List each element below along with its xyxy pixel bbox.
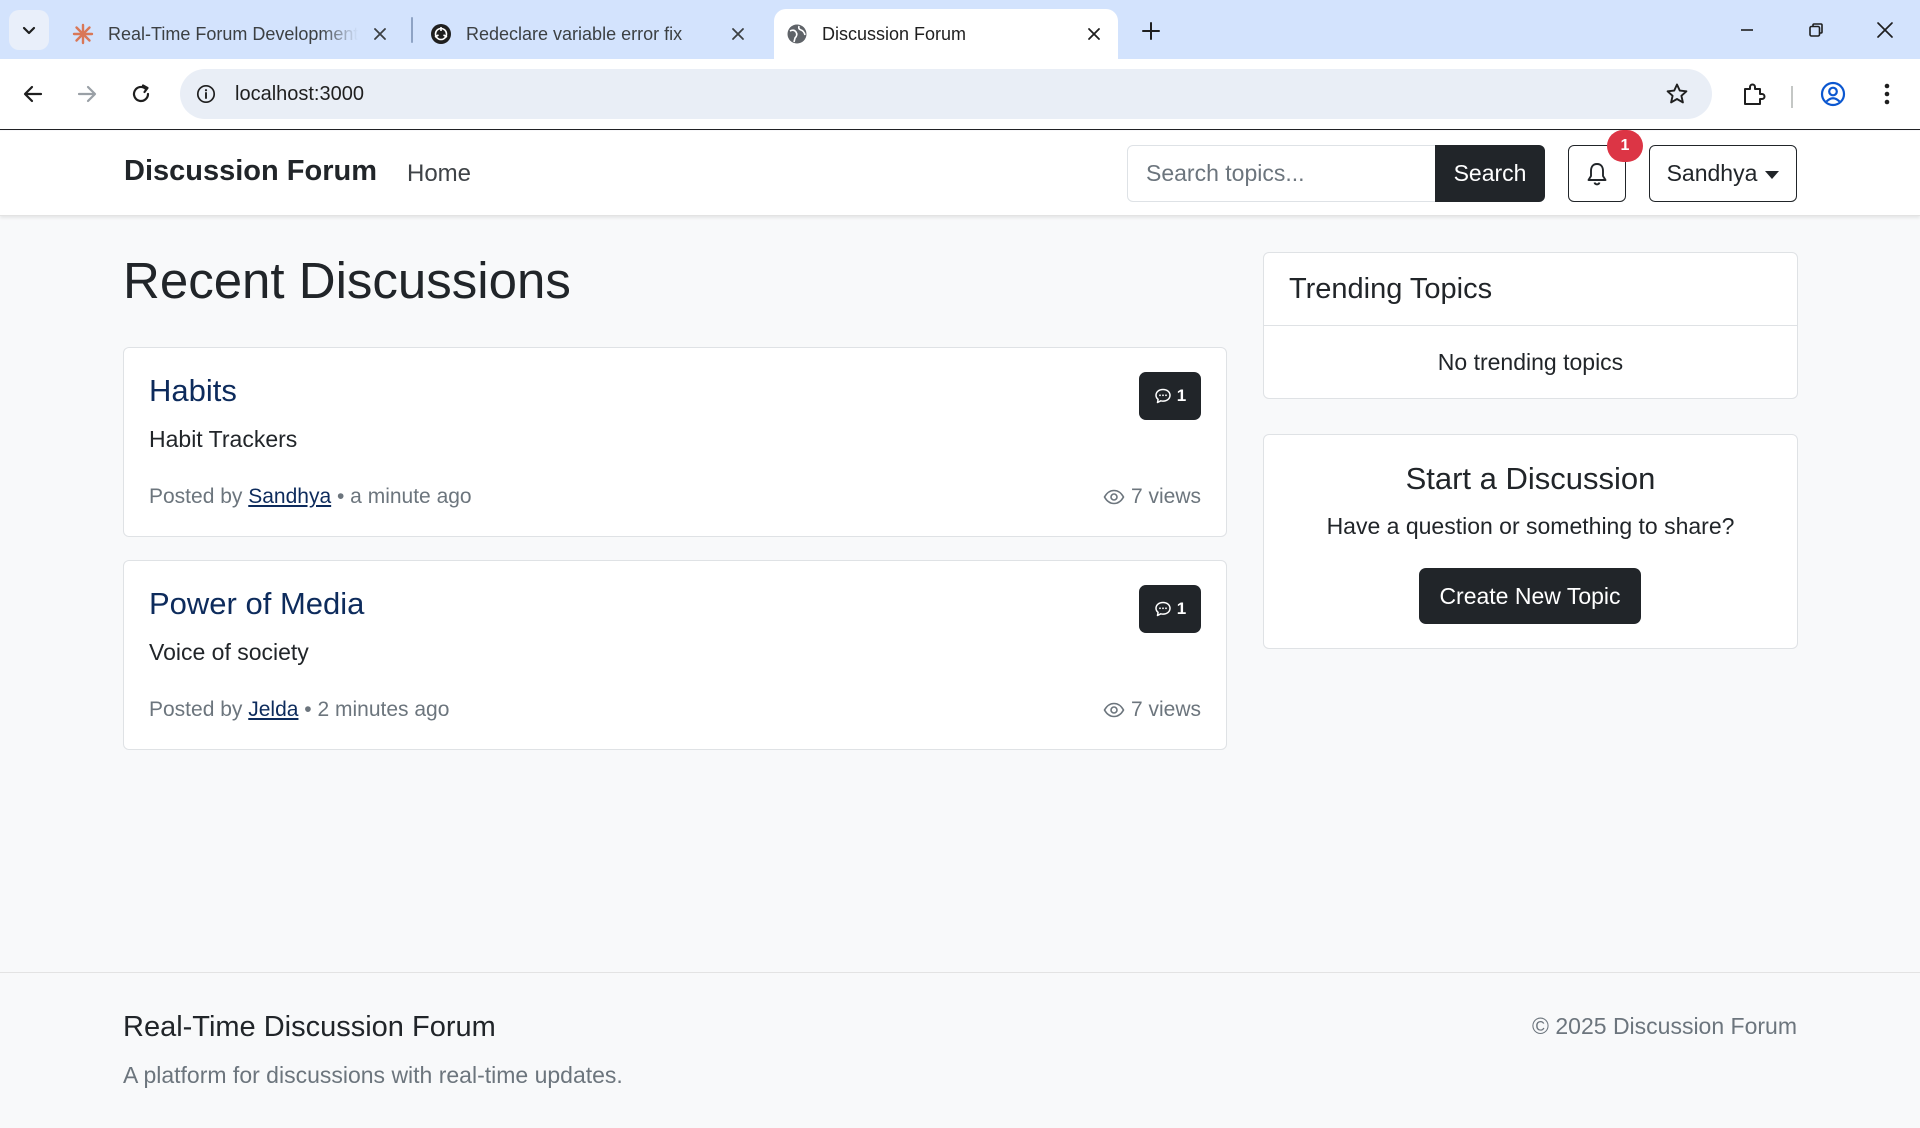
tab-real-time-forum[interactable]: Real-Time Forum Development bbox=[60, 9, 404, 59]
chevron-down-icon bbox=[22, 26, 36, 35]
topic-meta: Posted by Jelda • 2 minutes ago bbox=[149, 698, 449, 722]
topic-title-link[interactable]: Habits bbox=[149, 373, 237, 409]
bookmark-star-icon[interactable] bbox=[1664, 81, 1690, 107]
trending-empty-text: No trending topics bbox=[1437, 349, 1624, 375]
browser-tab-strip: Real-Time Forum Development Redeclare va… bbox=[0, 0, 1920, 59]
minimize-icon bbox=[1741, 29, 1753, 31]
puzzle-icon bbox=[1744, 83, 1766, 105]
new-tab-button[interactable] bbox=[1134, 14, 1168, 48]
notification-count-badge: 1 bbox=[1607, 130, 1643, 162]
eye-icon bbox=[1103, 702, 1125, 718]
start-discussion-title: Start a Discussion bbox=[1405, 461, 1656, 496]
chat-bubble-icon bbox=[1155, 601, 1171, 617]
topic-description: Voice of society bbox=[149, 639, 309, 665]
toolbar-divider bbox=[1791, 86, 1793, 108]
search-button[interactable]: Search bbox=[1435, 145, 1545, 202]
caret-down-icon bbox=[1765, 170, 1780, 179]
close-window-button[interactable] bbox=[1865, 10, 1905, 50]
start-discussion-card: Start a Discussion Have a question or so… bbox=[1263, 434, 1798, 649]
tab-title: Redeclare variable error fix bbox=[466, 23, 683, 44]
restore-icon bbox=[1809, 23, 1823, 37]
topic-description: Habit Trackers bbox=[149, 426, 298, 452]
close-icon[interactable] bbox=[368, 22, 392, 46]
profile-button[interactable] bbox=[1816, 77, 1850, 111]
topic-meta: Posted by Sandhya • a minute ago bbox=[149, 485, 472, 509]
minimize-button[interactable] bbox=[1727, 10, 1767, 50]
tab-title: Discussion Forum bbox=[822, 23, 967, 44]
posted-time: • a minute ago bbox=[337, 485, 472, 508]
tab-search-button[interactable] bbox=[9, 10, 49, 50]
trending-topics-title: Trending Topics bbox=[1264, 253, 1797, 326]
restore-button[interactable] bbox=[1796, 10, 1836, 50]
reload-button[interactable] bbox=[122, 75, 160, 113]
globe-icon bbox=[786, 23, 808, 45]
tab-title: Real-Time Forum Development bbox=[108, 23, 358, 44]
address-bar[interactable]: localhost:3000 bbox=[180, 69, 1712, 119]
author-link[interactable]: Sandhya bbox=[248, 485, 331, 508]
create-new-topic-button[interactable]: Create New Topic bbox=[1419, 568, 1641, 624]
kebab-menu-icon bbox=[1884, 83, 1890, 105]
back-button[interactable] bbox=[14, 75, 52, 113]
profile-icon bbox=[1820, 81, 1846, 107]
tab-discussion-forum[interactable]: Discussion Forum bbox=[774, 9, 1118, 59]
posted-by-label: Posted by bbox=[149, 485, 243, 508]
plus-icon bbox=[1142, 22, 1160, 40]
search-input[interactable] bbox=[1127, 145, 1437, 202]
trending-topics-card: Trending Topics No trending topics bbox=[1263, 252, 1798, 399]
start-discussion-text: Have a question or something to share? bbox=[1326, 513, 1735, 539]
reply-count-badge: 1 bbox=[1139, 585, 1201, 633]
brand-link[interactable]: Discussion Forum bbox=[124, 155, 377, 188]
reply-count-badge: 1 bbox=[1139, 372, 1201, 420]
tab-redeclare-variable[interactable]: Redeclare variable error fix bbox=[418, 9, 762, 59]
close-icon[interactable] bbox=[1082, 22, 1106, 46]
openai-logo-icon bbox=[430, 23, 452, 45]
tab-divider bbox=[411, 17, 413, 43]
reply-count: 1 bbox=[1176, 386, 1187, 405]
topic-card: Power of Media Voice of society Posted b… bbox=[123, 560, 1227, 750]
close-icon bbox=[1877, 22, 1893, 38]
nav-home-link[interactable]: Home bbox=[407, 160, 471, 188]
view-count-text: 7 views bbox=[1130, 698, 1201, 721]
page-title: Recent Discussions bbox=[123, 252, 571, 309]
view-count-text: 7 views bbox=[1130, 485, 1201, 508]
posted-by-label: Posted by bbox=[149, 698, 243, 721]
posted-time: • 2 minutes ago bbox=[304, 698, 450, 721]
author-link[interactable]: Jelda bbox=[248, 698, 298, 721]
browser-toolbar: localhost:3000 bbox=[0, 59, 1920, 130]
url-text: localhost:3000 bbox=[235, 83, 364, 105]
view-count: 7 views bbox=[1103, 698, 1201, 722]
site-info-icon[interactable] bbox=[194, 82, 218, 106]
arrow-left-icon bbox=[23, 85, 43, 103]
footer-copyright: © 2025 Discussion Forum bbox=[1532, 1013, 1797, 1039]
user-menu-dropdown[interactable]: Sandhya bbox=[1649, 145, 1797, 202]
footer-tagline: A platform for discussions with real-tim… bbox=[123, 1062, 623, 1088]
site-footer: Real-Time Discussion Forum A platform fo… bbox=[0, 972, 1920, 1128]
bell-icon bbox=[1587, 162, 1607, 185]
close-icon[interactable] bbox=[726, 22, 750, 46]
reload-icon bbox=[132, 84, 150, 103]
eye-icon bbox=[1103, 489, 1125, 505]
topic-title-link[interactable]: Power of Media bbox=[149, 586, 364, 622]
claude-asterisk-icon bbox=[72, 23, 94, 45]
view-count: 7 views bbox=[1103, 485, 1201, 509]
chat-bubble-icon bbox=[1155, 388, 1171, 404]
arrow-right-icon bbox=[77, 85, 97, 103]
reply-count: 1 bbox=[1176, 599, 1187, 618]
footer-title: Real-Time Discussion Forum bbox=[123, 1011, 496, 1043]
user-name: Sandhya bbox=[1666, 160, 1758, 186]
forward-button[interactable] bbox=[68, 75, 106, 113]
topic-card: Habits Habit Trackers Posted by Sandhya … bbox=[123, 347, 1227, 537]
browser-menu-button[interactable] bbox=[1870, 77, 1904, 111]
extensions-button[interactable] bbox=[1737, 77, 1771, 111]
